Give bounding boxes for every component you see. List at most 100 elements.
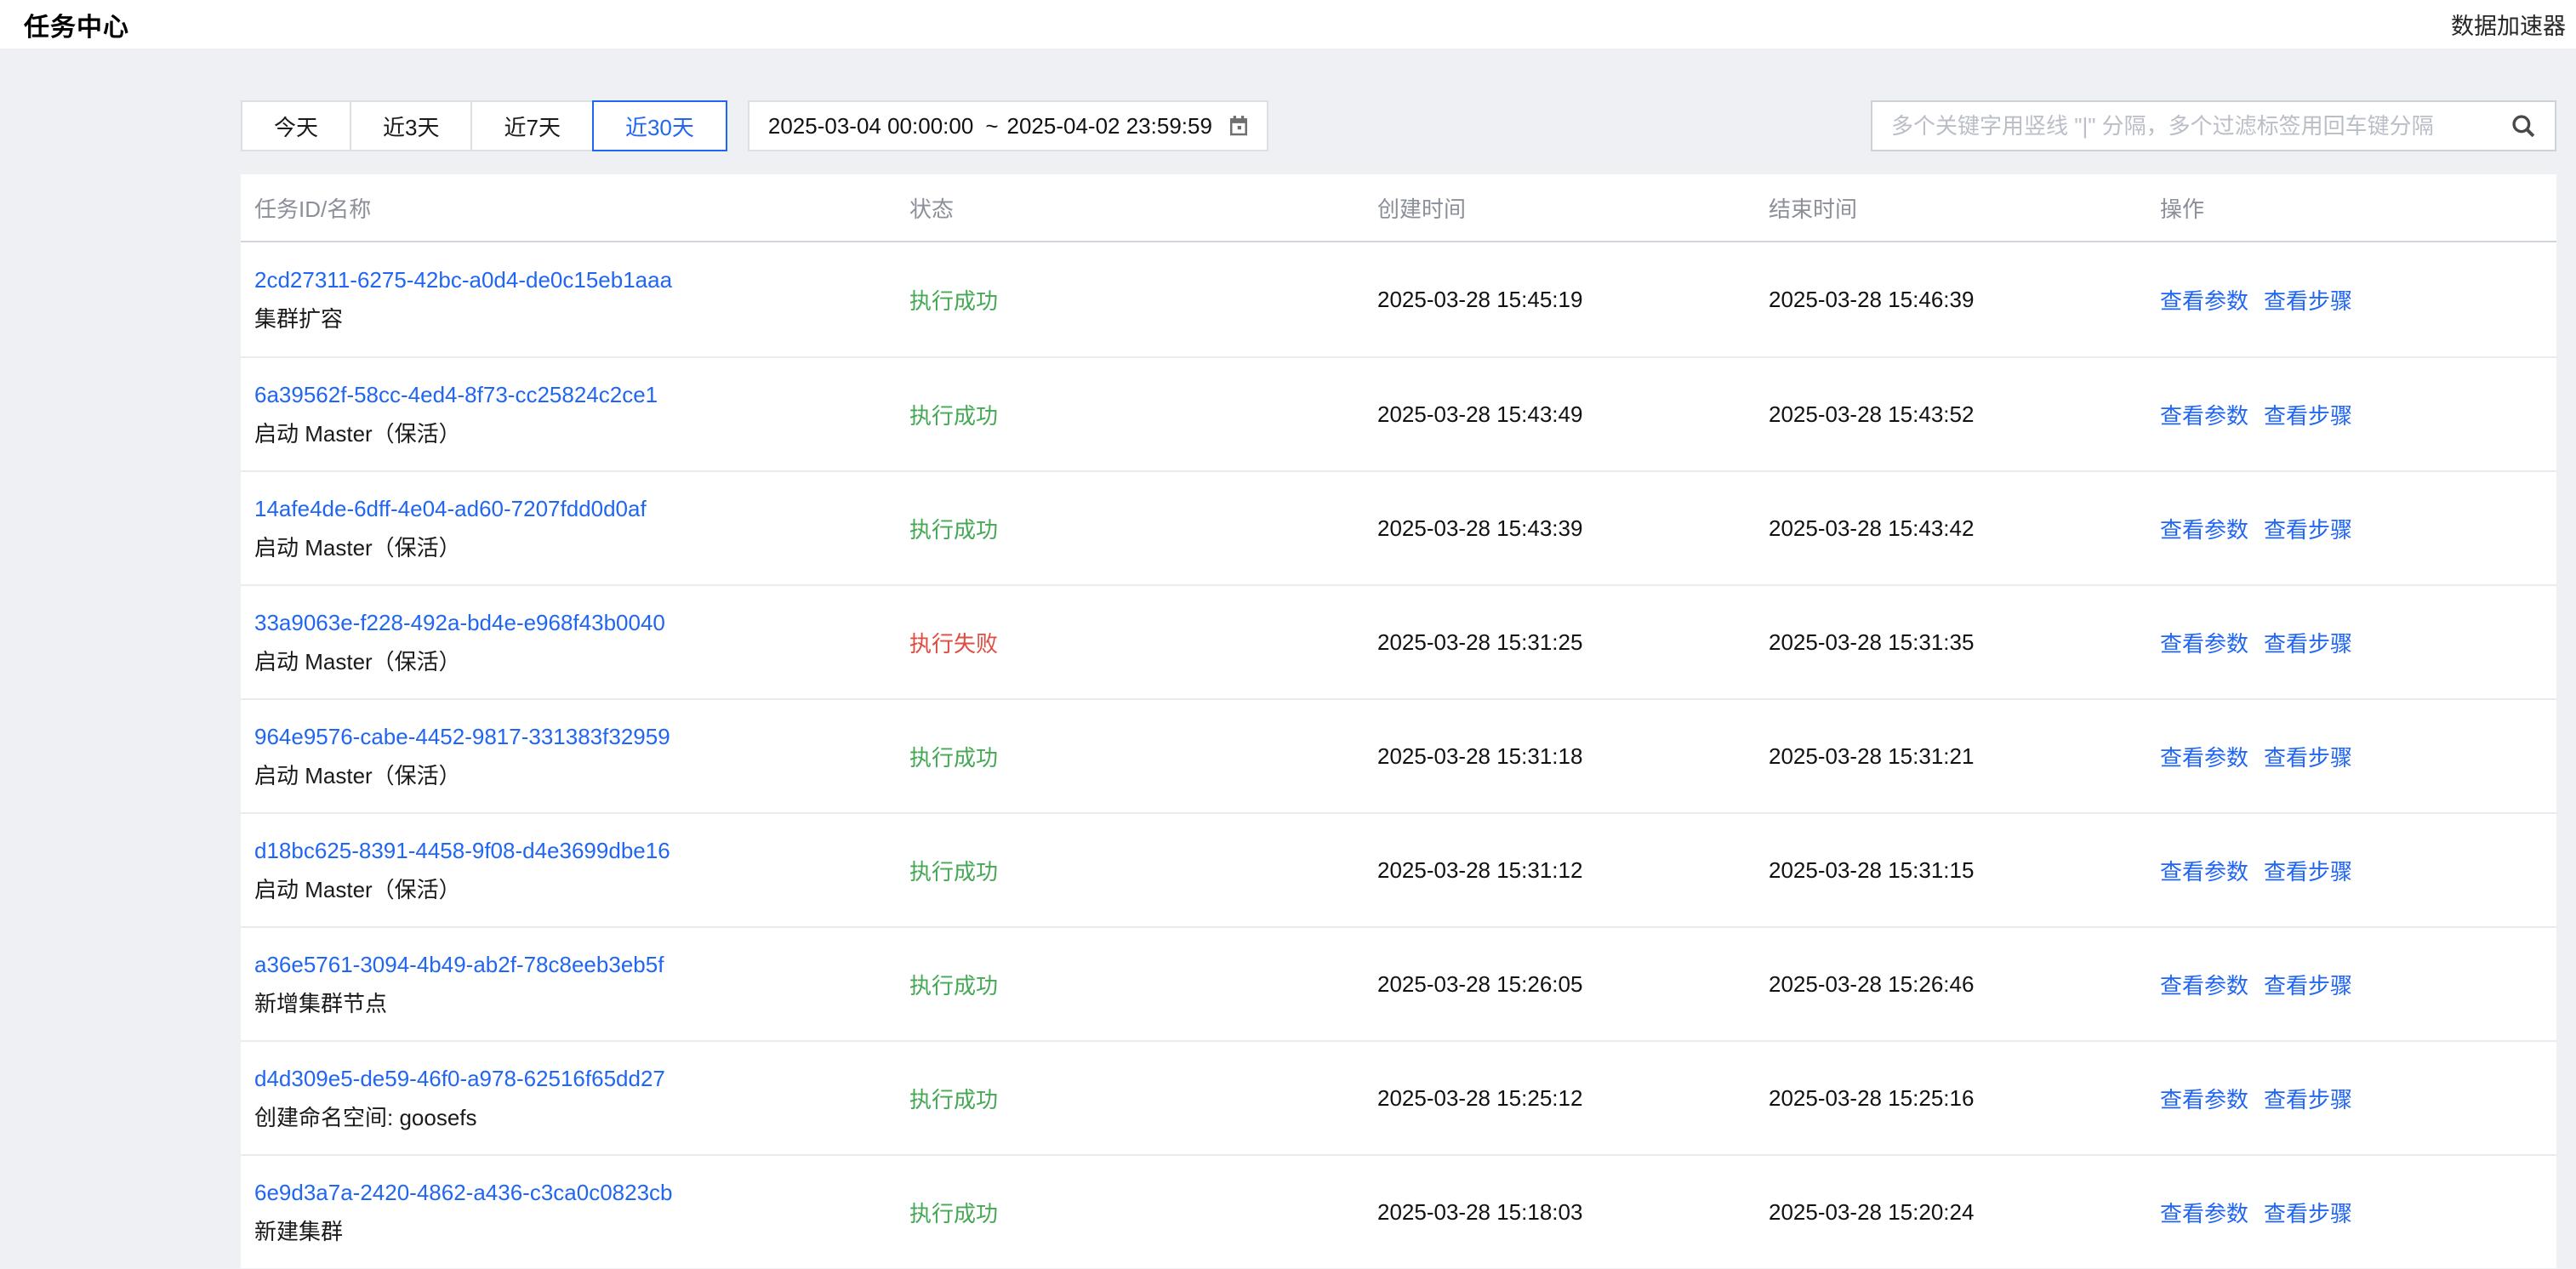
status-cell: 执行成功 [896,969,1364,1000]
operations-cell: 查看参数 查看步骤 [2146,969,2556,1000]
status-cell: 执行成功 [896,741,1364,772]
search-icon[interactable] [2509,111,2538,140]
created-time: 2025-03-28 15:31:12 [1364,857,1755,884]
view-params-link[interactable]: 查看参数 [2160,969,2248,1000]
view-params-link[interactable]: 查看参数 [2160,855,2248,886]
status-cell: 执行成功 [896,1197,1364,1228]
created-time: 2025-03-28 15:31:25 [1364,629,1755,656]
created-time: 2025-03-28 15:43:39 [1364,515,1755,542]
page-title: 任务中心 [24,6,129,43]
table-row: 6a39562f-58cc-4ed4-8f73-cc25824c2ce1 启动 … [241,356,2556,470]
quick-range-button-group: 今天近3天近7天近30天 [241,100,727,151]
task-id-link[interactable]: d18bc625-8391-4458-9f08-d4e3699dbe16 [254,831,670,870]
task-cell: a36e5761-3094-4b49-ab2f-78c8eeb3eb5f 新增集… [241,945,896,1023]
view-steps-link[interactable]: 查看步骤 [2264,855,2352,886]
view-params-link[interactable]: 查看参数 [2160,284,2248,316]
operations-cell: 查看参数 查看步骤 [2146,399,2556,430]
view-steps-link[interactable]: 查看步骤 [2264,1083,2352,1114]
ended-time: 2025-03-28 15:26:46 [1755,971,2146,998]
status-text: 执行成功 [909,973,998,999]
task-name: 启动 Master（保活） [254,756,896,795]
date-range-picker[interactable]: 2025-03-04 00:00:00~2025-04-02 23:59:59 [748,100,1268,151]
task-cell: 6e9d3a7a-2420-4862-a436-c3ca0c0823cb 新建集… [241,1173,896,1251]
view-params-link[interactable]: 查看参数 [2160,741,2248,772]
view-params-link[interactable]: 查看参数 [2160,1197,2248,1228]
status-text: 执行成功 [909,745,998,771]
search-input[interactable] [1891,113,2509,139]
task-cell: 33a9063e-f228-492a-bd4e-e968f43b0040 启动 … [241,603,896,681]
status-text: 执行成功 [909,403,998,429]
task-name: 创建命名空间: goosefs [254,1098,896,1137]
task-cell: 14afe4de-6dff-4e04-ad60-7207fdd0d0af 启动 … [241,489,896,567]
view-params-link[interactable]: 查看参数 [2160,627,2248,658]
operations-cell: 查看参数 查看步骤 [2146,1197,2556,1228]
operations-cell: 查看参数 查看步骤 [2146,741,2556,772]
task-id-link[interactable]: 6e9d3a7a-2420-4862-a436-c3ca0c0823cb [254,1173,673,1212]
view-steps-link[interactable]: 查看步骤 [2264,741,2352,772]
col-header-task-id: 任务ID/名称 [241,192,896,224]
ended-time: 2025-03-28 15:43:52 [1755,401,2146,428]
table-row: a36e5761-3094-4b49-ab2f-78c8eeb3eb5f 新增集… [241,926,2556,1040]
quick-range-button-2[interactable]: 近7天 [470,100,593,151]
table-row: 33a9063e-f228-492a-bd4e-e968f43b0040 启动 … [241,584,2556,698]
task-id-link[interactable]: 6a39562f-58cc-4ed4-8f73-cc25824c2ce1 [254,375,658,414]
created-time: 2025-03-28 15:45:19 [1364,287,1755,313]
view-steps-link[interactable]: 查看步骤 [2264,513,2352,544]
date-separator: ~ [985,113,998,139]
view-params-link[interactable]: 查看参数 [2160,399,2248,430]
col-header-ended: 结束时间 [1755,192,2146,224]
task-id-link[interactable]: a36e5761-3094-4b49-ab2f-78c8eeb3eb5f [254,945,664,984]
ended-time: 2025-03-28 15:43:42 [1755,515,2146,542]
nav-link-data-accelerator[interactable]: 数据加速器 [2451,8,2566,41]
operations-cell: 查看参数 查看步骤 [2146,513,2556,544]
created-time: 2025-03-28 15:43:49 [1364,401,1755,428]
status-text: 执行成功 [909,1087,998,1113]
ended-time: 2025-03-28 15:31:15 [1755,857,2146,884]
view-params-link[interactable]: 查看参数 [2160,513,2248,544]
view-steps-link[interactable]: 查看步骤 [2264,627,2352,658]
view-steps-link[interactable]: 查看步骤 [2264,284,2352,316]
table-body: 2cd27311-6275-42bc-a0d4-de0c15eb1aaa 集群扩… [241,242,2556,1268]
status-cell: 执行成功 [896,399,1364,430]
view-params-link[interactable]: 查看参数 [2160,1083,2248,1114]
view-steps-link[interactable]: 查看步骤 [2264,399,2352,430]
table-row: 964e9576-cabe-4452-9817-331383f32959 启动 … [241,698,2556,812]
task-cell: d4d309e5-de59-46f0-a978-62516f65dd27 创建命… [241,1059,896,1137]
table-header-row: 任务ID/名称 状态 创建时间 结束时间 操作 [241,174,2556,242]
status-text: 执行失败 [909,631,998,657]
status-text: 执行成功 [909,859,998,885]
quick-range-button-0[interactable]: 今天 [241,100,351,151]
status-cell: 执行成功 [896,855,1364,886]
status-cell: 执行成功 [896,284,1364,316]
status-cell: 执行失败 [896,627,1364,658]
ended-time: 2025-03-28 15:46:39 [1755,287,2146,313]
status-cell: 执行成功 [896,1083,1364,1114]
ended-time: 2025-03-28 15:31:35 [1755,629,2146,656]
col-header-operations: 操作 [2146,192,2556,224]
view-steps-link[interactable]: 查看步骤 [2264,969,2352,1000]
created-time: 2025-03-28 15:26:05 [1364,971,1755,998]
ended-time: 2025-03-28 15:25:16 [1755,1085,2146,1112]
operations-cell: 查看参数 查看步骤 [2146,1083,2556,1114]
task-id-link[interactable]: 2cd27311-6275-42bc-a0d4-de0c15eb1aaa [254,260,672,299]
quick-range-button-3[interactable]: 近30天 [592,100,727,151]
task-cell: 2cd27311-6275-42bc-a0d4-de0c15eb1aaa 集群扩… [241,260,896,339]
quick-range-button-1[interactable]: 近3天 [350,100,472,151]
task-id-link[interactable]: 33a9063e-f228-492a-bd4e-e968f43b0040 [254,603,665,642]
status-text: 执行成功 [909,1201,998,1226]
created-time: 2025-03-28 15:18:03 [1364,1199,1755,1226]
created-time: 2025-03-28 15:25:12 [1364,1085,1755,1112]
operations-cell: 查看参数 查看步骤 [2146,855,2556,886]
task-cell: d18bc625-8391-4458-9f08-d4e3699dbe16 启动 … [241,831,896,909]
task-cell: 6a39562f-58cc-4ed4-8f73-cc25824c2ce1 启动 … [241,375,896,453]
view-steps-link[interactable]: 查看步骤 [2264,1197,2352,1228]
task-id-link[interactable]: d4d309e5-de59-46f0-a978-62516f65dd27 [254,1059,665,1098]
search-box [1871,100,2556,151]
task-cell: 964e9576-cabe-4452-9817-331383f32959 启动 … [241,717,896,795]
task-id-link[interactable]: 14afe4de-6dff-4e04-ad60-7207fdd0d0af [254,489,647,528]
task-name: 集群扩容 [254,299,896,339]
calendar-icon[interactable] [1226,113,1251,139]
operations-cell: 查看参数 查看步骤 [2146,284,2556,316]
task-name: 启动 Master（保活） [254,414,896,453]
task-id-link[interactable]: 964e9576-cabe-4452-9817-331383f32959 [254,717,670,756]
